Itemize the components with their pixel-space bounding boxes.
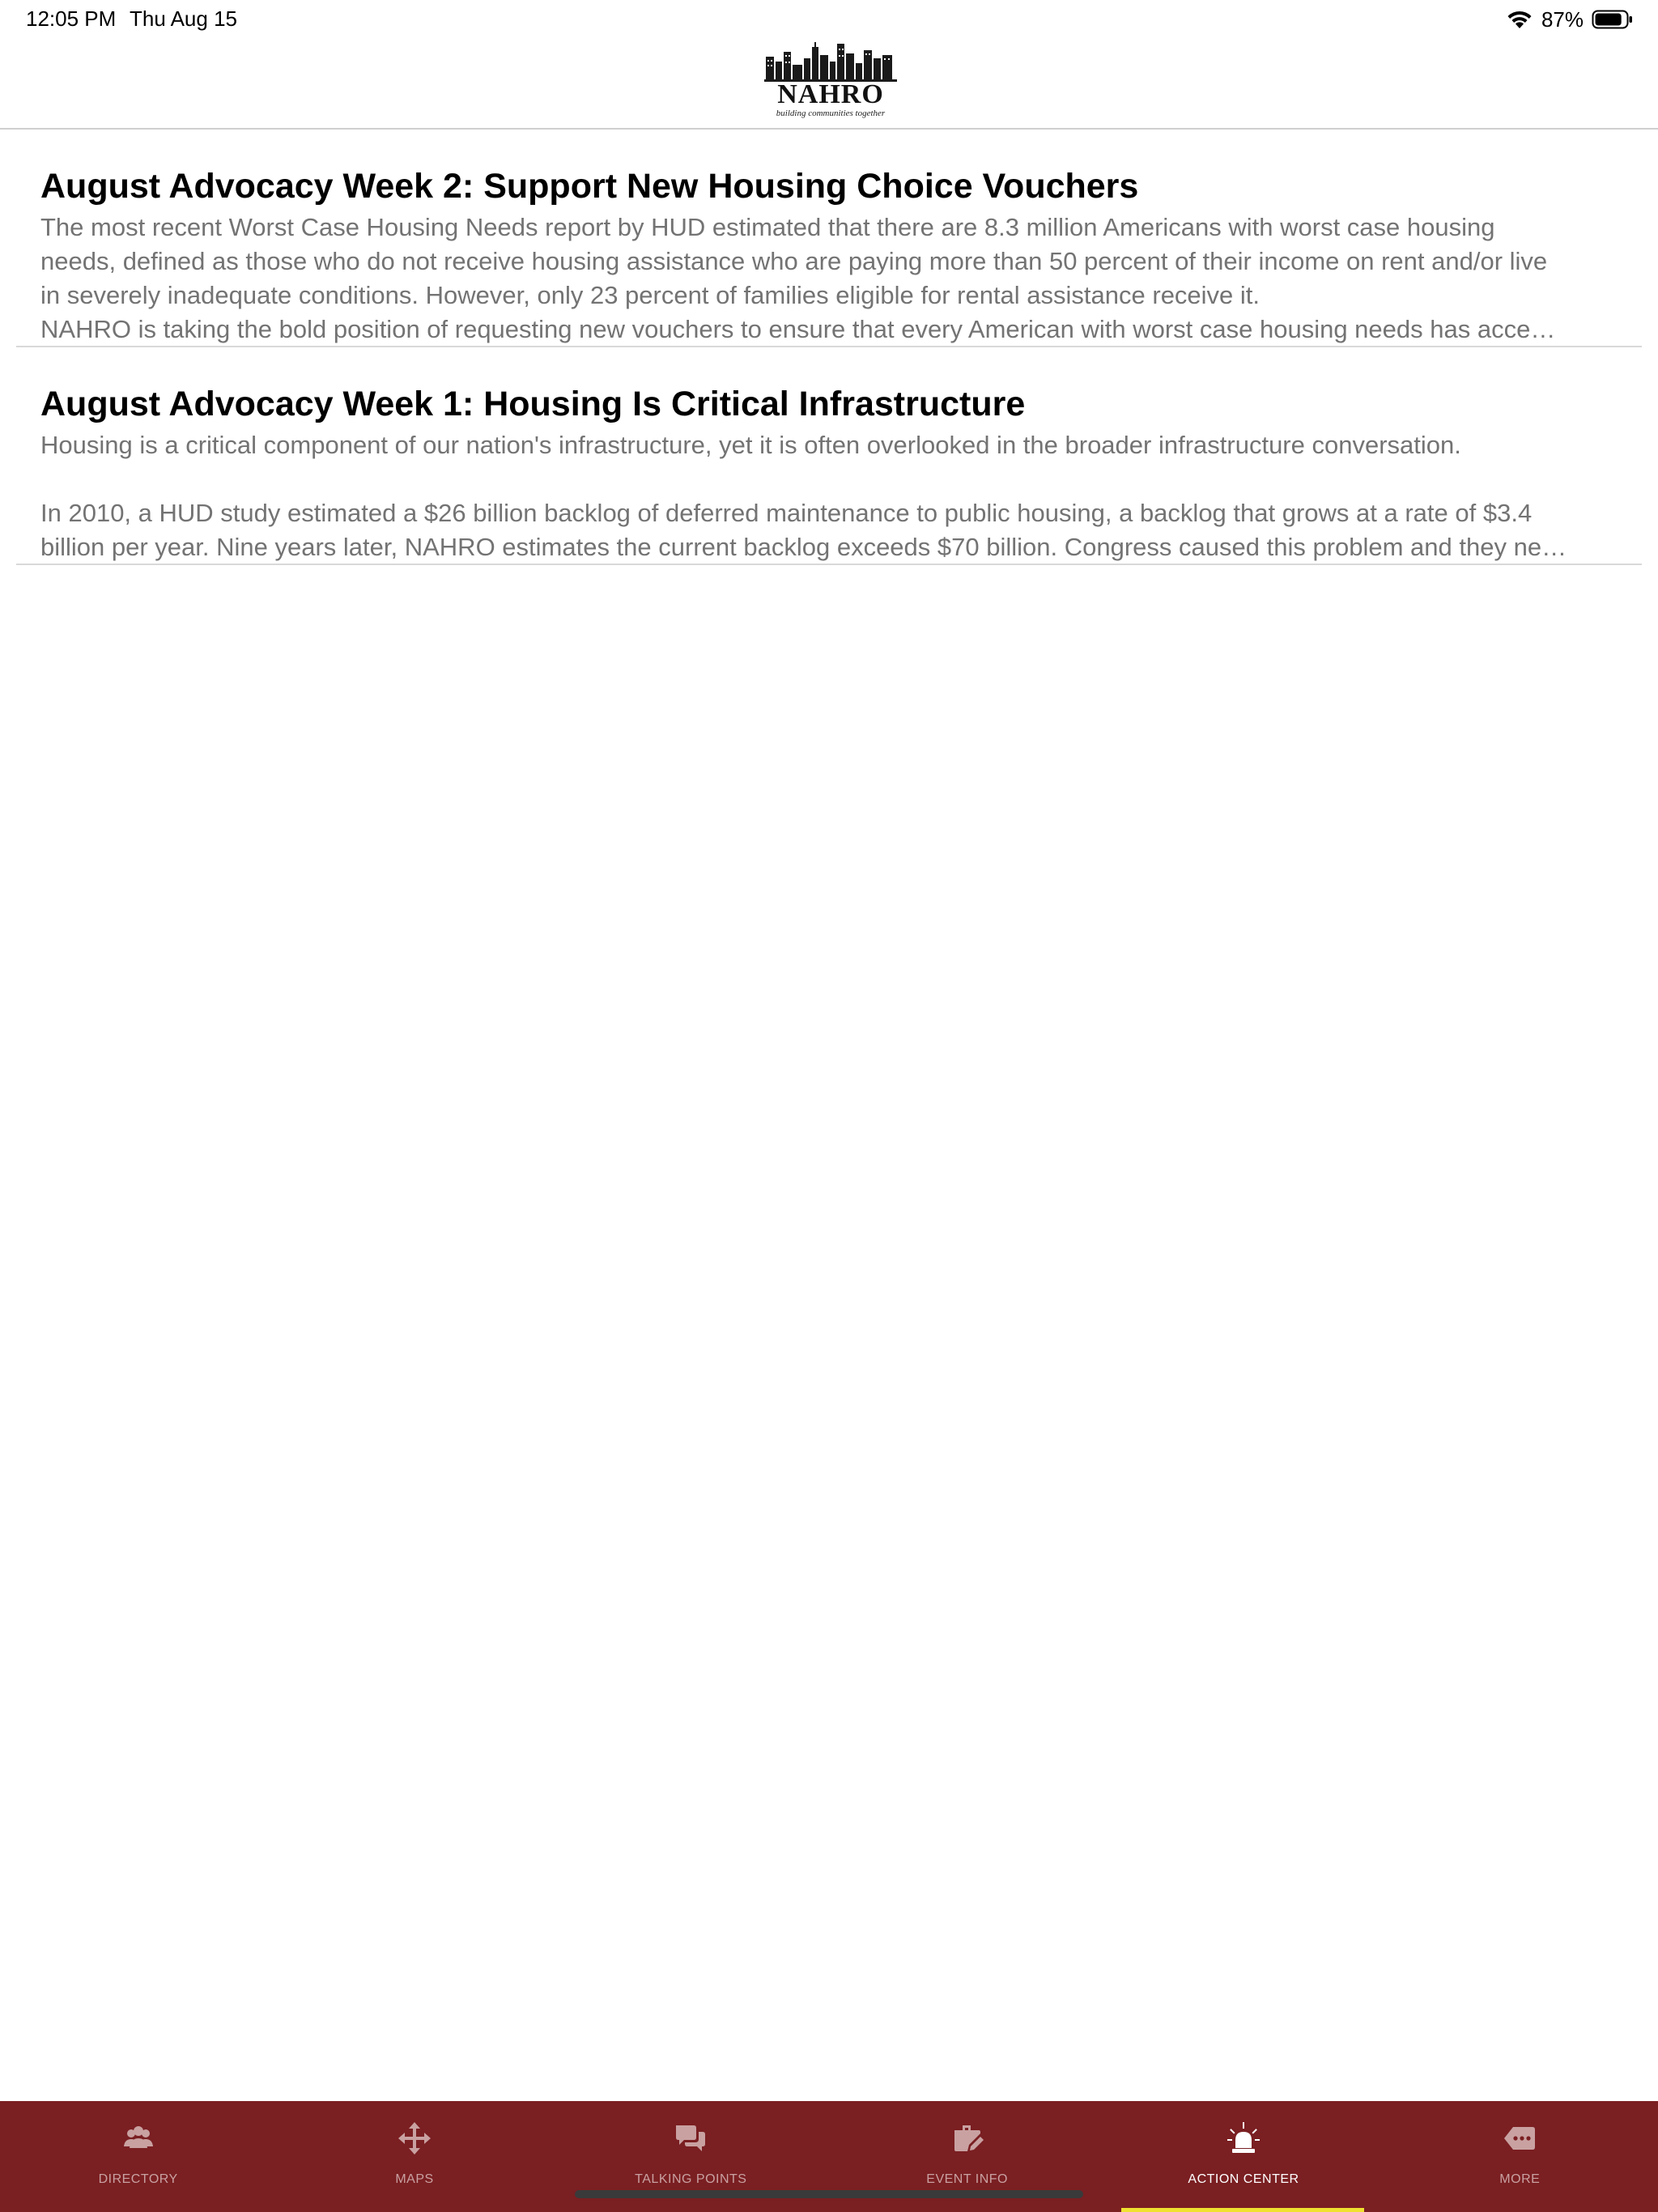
- logo-tagline: building communities together: [776, 108, 886, 118]
- tab-label: DIRECTORY: [98, 2172, 178, 2186]
- article-title: August Advocacy Week 1: Housing Is Criti…: [40, 385, 1026, 423]
- wifi-icon: [1506, 9, 1533, 30]
- tab-directory[interactable]: DIRECTORY: [0, 2101, 276, 2212]
- summary-line: billion per year. Nine years later, NAHR…: [40, 533, 1567, 561]
- article-summary: The most recent Worst Case Housing Needs…: [40, 211, 1634, 347]
- status-date: Thu Aug 15: [130, 6, 237, 31]
- more-tag-icon: [1502, 2121, 1537, 2156]
- tab-label: MORE: [1499, 2172, 1541, 2186]
- battery-percent: 87%: [1541, 6, 1584, 32]
- move-arrows-icon: [397, 2121, 432, 2156]
- summary-line: NAHRO is taking the bold position of req…: [40, 315, 1556, 343]
- status-time: 12:05 PM: [26, 6, 117, 31]
- chat-bubbles-icon: [673, 2121, 708, 2156]
- battery-icon: [1592, 9, 1634, 30]
- people-icon: [121, 2121, 156, 2156]
- summary-line: Housing is a critical component of our n…: [40, 431, 1461, 459]
- summary-line: [40, 462, 1634, 496]
- list-item[interactable]: August Advocacy Week 2: Support New Hous…: [16, 130, 1642, 347]
- article-title: August Advocacy Week 2: Support New Hous…: [40, 167, 1139, 206]
- status-indicators: 87%: [1506, 6, 1634, 32]
- article-list: August Advocacy Week 2: Support New Hous…: [0, 130, 1658, 565]
- home-indicator[interactable]: [575, 2190, 1083, 2198]
- active-tab-indicator: [1121, 2208, 1365, 2212]
- logo-wordmark: NAHRO: [777, 79, 884, 109]
- summary-line: The most recent Worst Case Housing Needs…: [40, 213, 1495, 241]
- article-summary: Housing is a critical component of our n…: [40, 428, 1634, 564]
- app-header: NAHRO building communities together: [0, 39, 1658, 130]
- tab-label: ACTION CENTER: [1188, 2172, 1299, 2186]
- tab-label: TALKING POINTS: [635, 2172, 747, 2186]
- summary-line: In 2010, a HUD study estimated a $26 bil…: [40, 499, 1533, 527]
- alarm-light-icon: [1226, 2121, 1261, 2156]
- list-item[interactable]: August Advocacy Week 1: Housing Is Criti…: [16, 347, 1642, 565]
- summary-line: needs, defined as those who do not recei…: [40, 247, 1548, 275]
- nahro-logo: NAHRO building communities together: [761, 40, 900, 121]
- tab-label: MAPS: [395, 2172, 434, 2186]
- tab-more[interactable]: MORE: [1382, 2101, 1658, 2212]
- briefcase-edit-icon: [950, 2121, 985, 2156]
- summary-line: in severely inadequate conditions. Howev…: [40, 281, 1261, 309]
- status-bar: 12:05 PM Thu Aug 15 87%: [0, 0, 1658, 39]
- tab-action-center[interactable]: ACTION CENTER: [1105, 2101, 1381, 2212]
- tab-label: EVENT INFO: [926, 2172, 1008, 2186]
- tab-maps[interactable]: MAPS: [276, 2101, 552, 2212]
